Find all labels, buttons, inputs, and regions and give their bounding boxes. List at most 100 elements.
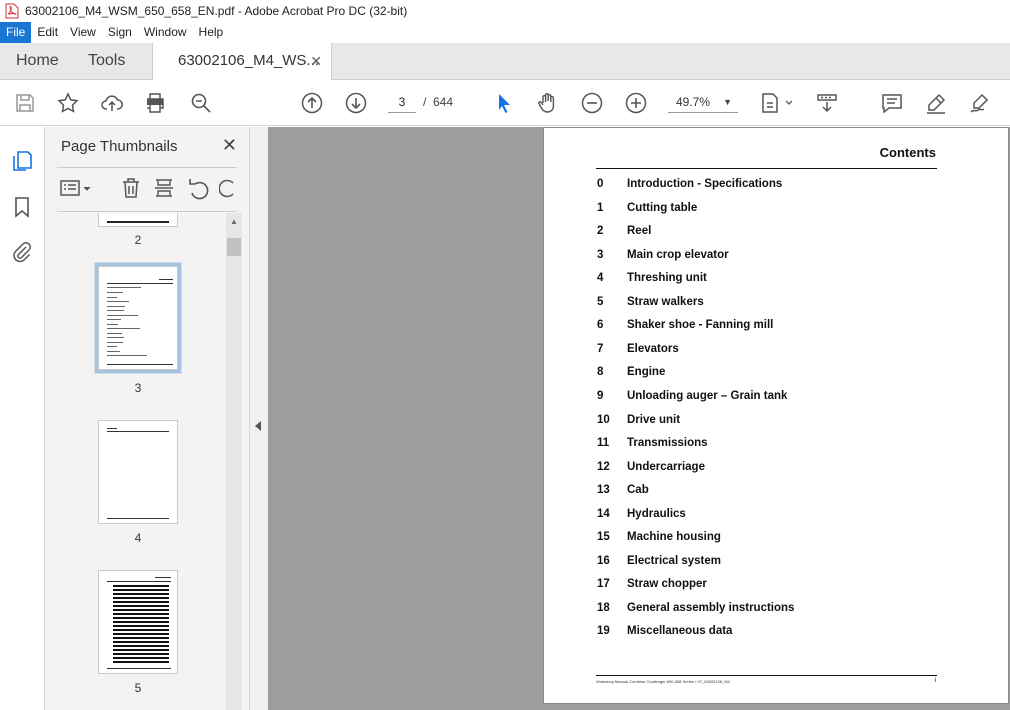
toc-entry-title[interactable]: Drive unit (627, 414, 680, 426)
toc-entry-title[interactable]: Straw walkers (627, 296, 704, 308)
toc-entry-title[interactable]: Main crop elevator (627, 249, 729, 261)
panel-collapse-handle[interactable] (250, 127, 268, 710)
page-total: 644 (433, 95, 454, 109)
menu-edit[interactable]: Edit (31, 22, 64, 43)
panel-title: Page Thumbnails (61, 138, 178, 155)
hand-tool-icon[interactable] (535, 90, 561, 116)
page-number-input[interactable]: 3 (388, 91, 416, 113)
zoom-search-icon[interactable] (188, 90, 214, 116)
toc-entry-title[interactable]: Engine (627, 366, 665, 378)
menu-view[interactable]: View (64, 22, 102, 43)
thumbnail-page-3[interactable] (95, 263, 181, 373)
bookmarks-icon[interactable] (10, 195, 34, 219)
menu-window[interactable]: Window (138, 22, 193, 43)
toc-entry-title[interactable]: Electrical system (627, 555, 721, 567)
toc-entry-title[interactable]: Transmissions (627, 437, 708, 449)
tab-tools[interactable]: Tools (88, 43, 125, 80)
thumbnail-label-2: 2 (134, 233, 142, 247)
rotate-counterclockwise-icon[interactable] (186, 176, 210, 200)
toc-entry-title[interactable]: Reel (627, 225, 651, 237)
toc-entry-number[interactable]: 12 (597, 461, 610, 473)
upload-cloud-icon[interactable] (99, 90, 125, 116)
toc-entry-number[interactable]: 15 (597, 531, 610, 543)
thumbnail-page-4[interactable] (98, 420, 178, 524)
close-panel-icon[interactable]: ✕ (222, 135, 237, 156)
toc-entry-number[interactable]: 2 (597, 225, 603, 237)
toc-entry-number[interactable]: 16 (597, 555, 610, 567)
toc-entry-number[interactable]: 8 (597, 366, 603, 378)
toc-entry-number[interactable]: 5 (597, 296, 603, 308)
toc-entry-number[interactable]: 4 (597, 272, 603, 284)
toc-entry-title[interactable]: Machine housing (627, 531, 721, 543)
navigation-rail (0, 127, 45, 710)
toc-entry-title[interactable]: Straw chopper (627, 578, 707, 590)
select-cursor-icon[interactable] (491, 90, 517, 116)
save-icon[interactable] (12, 90, 38, 116)
toc-entry-number[interactable]: 6 (597, 319, 603, 331)
toc-entry-number[interactable]: 11 (597, 437, 609, 449)
toc-entry-title[interactable]: Shaker shoe - Fanning mill (627, 319, 773, 331)
window-title: 63002106_M4_WSM_650_658_EN.pdf - Adobe A… (25, 4, 408, 18)
toc-entry-number[interactable]: 1 (597, 202, 603, 214)
page-thumbnails-icon[interactable] (10, 149, 34, 173)
toc-entry-number[interactable]: 13 (597, 484, 610, 496)
previous-page-icon[interactable] (299, 90, 325, 116)
delete-page-icon[interactable] (119, 176, 143, 200)
footer-rule (596, 675, 937, 676)
toc-entry-title[interactable]: Threshing unit (627, 272, 707, 284)
thumbnail-page-5[interactable] (98, 570, 178, 674)
next-page-icon[interactable] (343, 90, 369, 116)
main-toolbar (0, 80, 1010, 126)
toc-entry-number[interactable]: 0 (597, 178, 603, 190)
chevron-down-icon: ▼ (723, 97, 732, 107)
toc-entry-title[interactable]: Hydraulics (627, 508, 686, 520)
thumbnail-options-icon[interactable] (59, 176, 95, 200)
toc-entry-number[interactable]: 17 (597, 578, 610, 590)
toc-entry-number[interactable]: 18 (597, 602, 610, 614)
toc-entry-title[interactable]: Elevators (627, 343, 679, 355)
toc-entry-title[interactable]: Miscellaneous data (627, 625, 732, 637)
tab-document[interactable]: 63002106_M4_WS... ✕ (152, 43, 332, 81)
toc-entry-number[interactable]: 14 (597, 508, 610, 520)
toc-entry-number[interactable]: 3 (597, 249, 603, 261)
scroll-mode-icon[interactable] (814, 90, 840, 116)
document-viewer[interactable]: Contents 0 Introduction - Specifications 1… (268, 127, 1010, 710)
zoom-in-icon[interactable] (623, 90, 649, 116)
print-icon[interactable] (142, 90, 168, 116)
thumbnail-label-4: 4 (134, 531, 142, 545)
thumbnail-page-2[interactable] (98, 213, 178, 227)
attachments-paperclip-icon[interactable] (10, 240, 34, 264)
thumbnail-scrollbar[interactable]: ▲ (226, 213, 242, 710)
menu-help[interactable]: Help (193, 22, 230, 43)
footer-text: Workshop Manual Combine Challenger 650-6… (596, 679, 730, 684)
toc-entry-title[interactable]: Introduction - Specifications (627, 178, 782, 190)
zoom-level-dropdown[interactable]: 49.7% ▼ (668, 91, 738, 113)
close-tab-icon[interactable]: ✕ (310, 43, 322, 79)
toc-entry-number[interactable]: 7 (597, 343, 603, 355)
scroll-up-icon[interactable]: ▲ (230, 217, 238, 226)
scrollbar-thumb[interactable] (227, 238, 241, 256)
toc-entry-title[interactable]: Cutting table (627, 202, 697, 214)
menu-file[interactable]: File (0, 22, 32, 43)
toc-entry-title[interactable]: General assembly instructions (627, 602, 794, 614)
toc-entry-number[interactable]: 19 (597, 625, 610, 637)
rotate-clockwise-icon[interactable] (219, 176, 235, 200)
thumbnail-label-3: 3 (134, 381, 142, 395)
tab-home[interactable]: Home (16, 43, 59, 80)
toc-entry-title[interactable]: Cab (627, 484, 649, 496)
menu-sign[interactable]: Sign (102, 22, 138, 43)
toc-entry-title[interactable]: Undercarriage (627, 461, 705, 473)
page-fit-icon[interactable] (758, 90, 796, 116)
menu-bar: File Edit View Sign Window Help (0, 22, 1010, 43)
tab-bar: Home Tools 63002106_M4_WS... ✕ (0, 43, 1010, 81)
toc-entry-number[interactable]: 10 (597, 414, 610, 426)
zoom-level-value: 49.7% (676, 95, 711, 109)
highlight-pen-icon[interactable] (923, 90, 949, 116)
zoom-out-icon[interactable] (579, 90, 605, 116)
sign-pen-icon[interactable] (967, 90, 993, 116)
bookmark-star-icon[interactable] (55, 90, 81, 116)
toc-entry-number[interactable]: 9 (597, 390, 603, 402)
comment-icon[interactable] (879, 90, 905, 116)
extract-pages-icon[interactable] (152, 176, 176, 200)
toc-entry-title[interactable]: Unloading auger – Grain tank (627, 390, 787, 402)
